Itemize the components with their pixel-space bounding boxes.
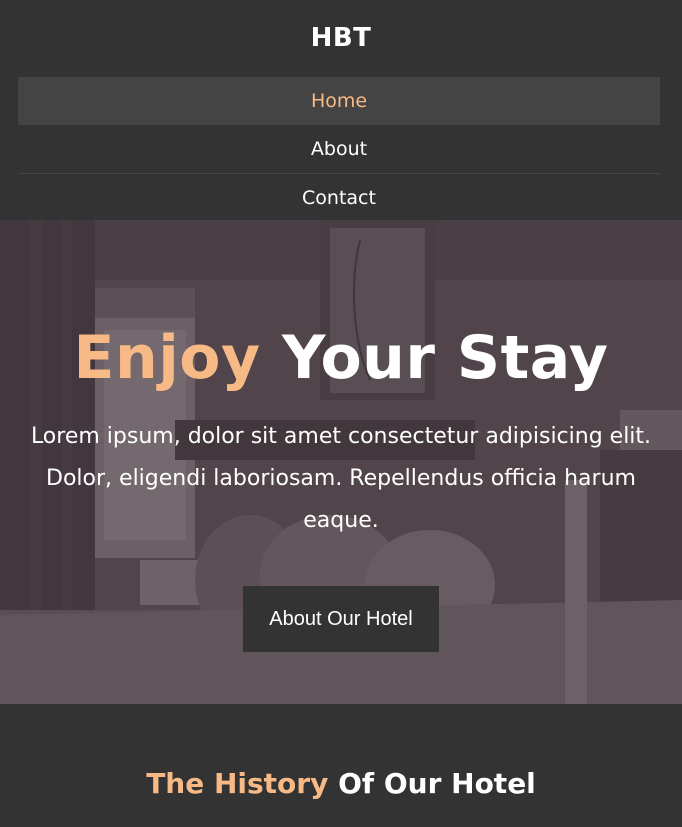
hero-title: Enjoy Your Stay xyxy=(0,320,682,396)
nav-item-contact[interactable]: Contact xyxy=(18,173,660,221)
hero-section: Enjoy Your Stay Lorem ipsum, dolor sit a… xyxy=(0,220,682,704)
history-title-accent: The History xyxy=(146,767,329,800)
hero-title-accent: Enjoy xyxy=(73,323,261,393)
history-section: The History Of Our Hotel xyxy=(0,704,682,827)
main-nav: Home About Contact xyxy=(0,77,682,221)
nav-item-home[interactable]: Home xyxy=(18,77,660,125)
about-hotel-button[interactable]: About Our Hotel xyxy=(243,586,439,652)
history-title-rest: Of Our Hotel xyxy=(328,767,536,800)
hero-content: Enjoy Your Stay Lorem ipsum, dolor sit a… xyxy=(0,220,682,652)
brand-logo[interactable]: HBT xyxy=(0,18,682,58)
site-header: HBT Home About Contact xyxy=(0,0,682,220)
hero-description: Lorem ipsum, dolor sit amet consectetur … xyxy=(30,424,652,533)
history-title: The History Of Our Hotel xyxy=(0,704,682,802)
nav-item-about[interactable]: About xyxy=(18,125,660,173)
hero-title-rest: Your Stay xyxy=(260,323,609,393)
